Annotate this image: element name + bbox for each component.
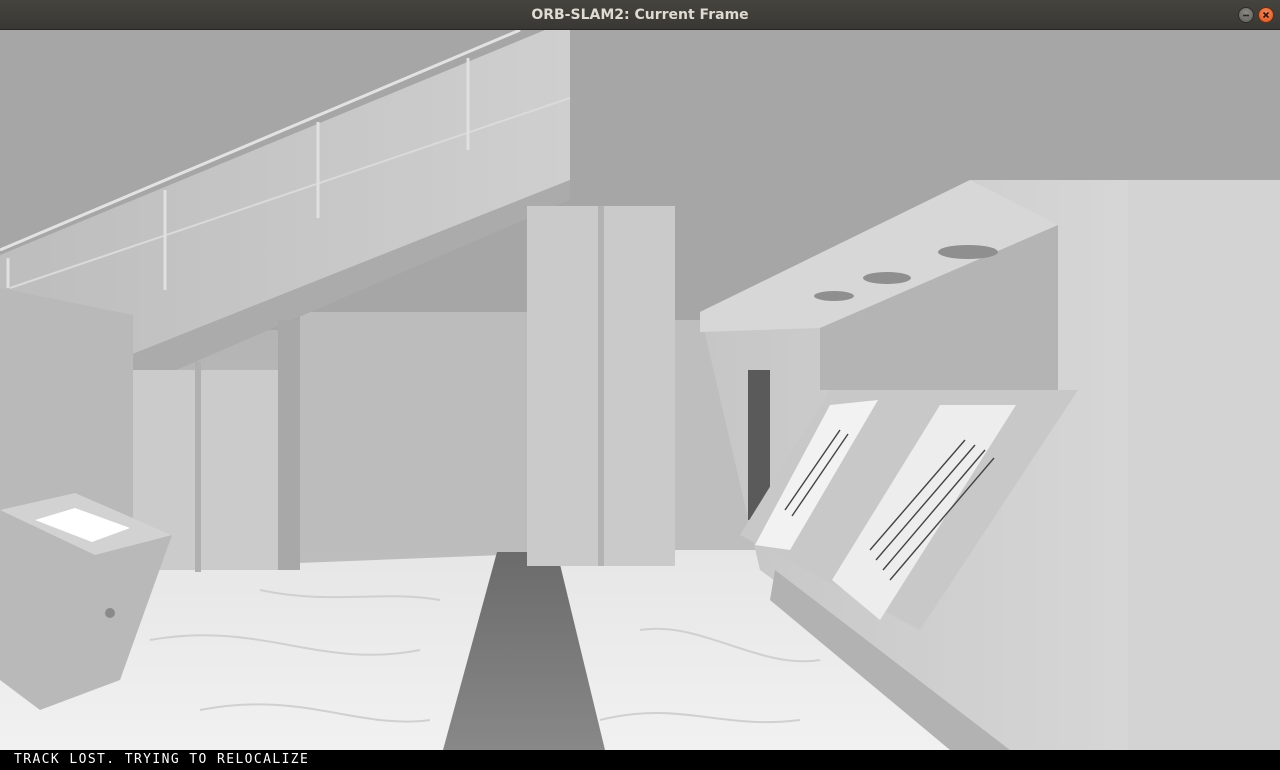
app-window: ORB-SLAM2: Current Frame TRACK LOST. TRY…	[0, 0, 1280, 770]
status-bar: TRACK LOST. TRYING TO RELOCALIZE	[0, 750, 1280, 770]
close-button[interactable]	[1258, 7, 1274, 23]
window-title: ORB-SLAM2: Current Frame	[531, 7, 749, 23]
title-bar[interactable]: ORB-SLAM2: Current Frame	[0, 0, 1280, 30]
minimize-icon	[1243, 14, 1249, 17]
kiosk-button	[105, 608, 115, 618]
close-icon	[1262, 11, 1270, 19]
pillar-seam	[598, 206, 604, 566]
tracking-status-text: TRACK LOST. TRYING TO RELOCALIZE	[14, 752, 310, 767]
camera-frame-view[interactable]	[0, 30, 1280, 750]
back-wall	[300, 312, 530, 552]
wall-seam	[195, 362, 201, 572]
scene-render	[0, 30, 1280, 750]
pillar-shadow	[278, 320, 300, 570]
minimize-button[interactable]	[1238, 7, 1254, 23]
far-right-wall	[1128, 180, 1280, 750]
